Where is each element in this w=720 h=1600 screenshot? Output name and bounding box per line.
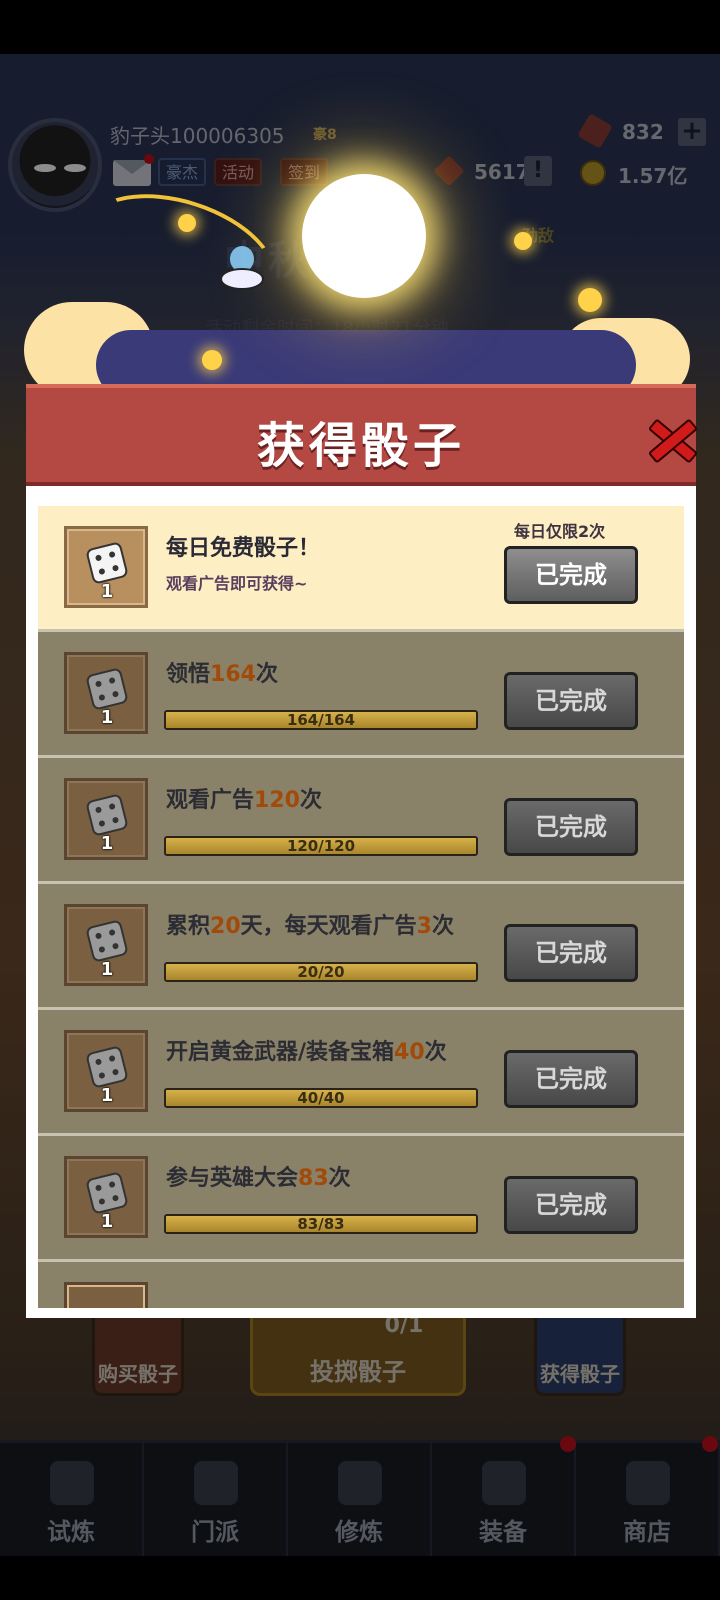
task-subtitle: 观看广告即可获得~: [166, 574, 308, 593]
progress-text: 164/164: [286, 711, 356, 729]
dice-count: 1: [100, 1085, 114, 1106]
dice-icon: [85, 793, 129, 837]
completed-button[interactable]: 已完成: [504, 924, 638, 982]
task-row-watch-ads: 1 观看广告120次 120/120 已完成: [38, 758, 684, 884]
task-list[interactable]: 1 每日免费骰子！ 观看广告即可获得~ 每日仅限2次 已完成 1 领悟164次 …: [38, 506, 684, 1308]
completed-button[interactable]: 已完成: [504, 798, 638, 856]
task-title: 观看广告120次: [166, 788, 322, 813]
lantern-decoration: [578, 288, 602, 312]
progress-bar: 164/164: [164, 710, 478, 730]
dice-count: 1: [100, 707, 114, 728]
progress-text: 40/40: [297, 1089, 345, 1107]
moon-decoration: [302, 174, 426, 298]
completed-button[interactable]: 已完成: [504, 672, 638, 730]
dice-reward: 1: [64, 1030, 148, 1112]
dice-reward: 1: [64, 778, 148, 860]
dice-reward: 1: [64, 526, 148, 608]
dialog-body: 1 每日免费骰子！ 观看广告即可获得~ 每日仅限2次 已完成 1 领悟164次 …: [26, 486, 696, 1318]
progress-text: 20/20: [297, 963, 345, 981]
lantern-decoration: [514, 232, 532, 250]
dice-count: 1: [100, 1211, 114, 1232]
completed-button[interactable]: 已完成: [504, 1050, 638, 1108]
lantern-decoration: [178, 214, 196, 232]
dice-count: 1: [100, 581, 114, 602]
dice-icon: [85, 1171, 129, 1215]
dice-icon: [85, 919, 129, 963]
progress-text: 120/120: [286, 837, 356, 855]
task-row-open-chests: 1 开启黄金武器/装备宝箱40次 40/40 已完成: [38, 1010, 684, 1136]
dice-count: 1: [100, 833, 114, 854]
rabbit-fairy-decoration: [212, 246, 268, 296]
dice-count: 1: [100, 959, 114, 980]
task-row-partial: [38, 1262, 684, 1308]
status-bar: [0, 0, 720, 54]
task-row-comprehend: 1 领悟164次 164/164 已完成: [38, 632, 684, 758]
progress-bar: 120/120: [164, 836, 478, 856]
task-title: 开启黄金武器/装备宝箱40次: [166, 1040, 447, 1065]
dice-reward: 1: [64, 652, 148, 734]
dice-icon: [85, 541, 129, 585]
task-row-daily-free: 1 每日免费骰子！ 观看广告即可获得~ 每日仅限2次 已完成: [38, 506, 684, 632]
task-title: 参与英雄大会83次: [166, 1166, 351, 1191]
task-title: 累积20天，每天观看广告3次: [166, 914, 454, 939]
completed-button[interactable]: 已完成: [504, 546, 638, 604]
task-title: 领悟164次: [166, 662, 278, 687]
dice-icon: [85, 1045, 129, 1089]
dice-icon: [85, 667, 129, 711]
task-row-accumulate-days: 1 累积20天，每天观看广告3次 20/20 已完成: [38, 884, 684, 1010]
task-title: 每日免费骰子！: [166, 536, 321, 561]
dialog-title: 获得骰子: [256, 418, 465, 474]
close-x-icon[interactable]: [642, 412, 700, 464]
progress-bar: 83/83: [164, 1214, 478, 1234]
dice-reward: 1: [64, 1156, 148, 1238]
dice-reward: 1: [64, 904, 148, 986]
task-row-hero-conference: 1 参与英雄大会83次 83/83 已完成: [38, 1136, 684, 1262]
dialog-header: 获得骰子: [26, 384, 696, 486]
dice-reward: [64, 1282, 148, 1308]
lantern-decoration: [202, 350, 222, 370]
completed-button[interactable]: 已完成: [504, 1176, 638, 1234]
daily-limit-label: 每日仅限2次: [514, 522, 606, 541]
progress-bar: 20/20: [164, 962, 478, 982]
progress-bar: 40/40: [164, 1088, 478, 1108]
progress-text: 83/83: [297, 1215, 345, 1233]
